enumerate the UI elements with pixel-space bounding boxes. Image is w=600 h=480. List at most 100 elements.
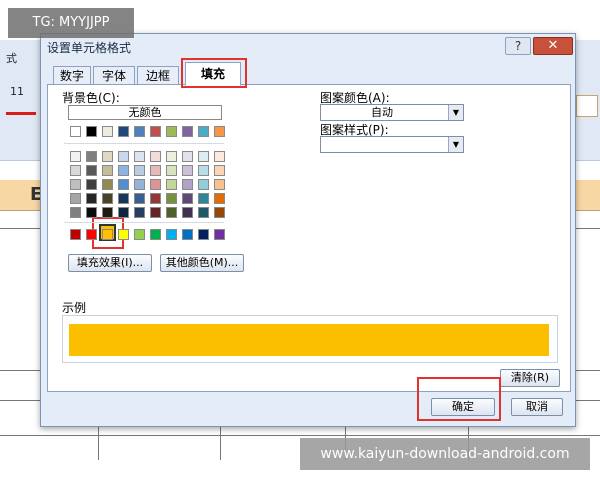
color-swatch[interactable] [214, 165, 225, 176]
background-color-label: 背景色(C): [62, 91, 120, 105]
color-swatch[interactable] [150, 165, 161, 176]
color-swatch[interactable] [150, 126, 161, 137]
color-swatch[interactable] [134, 126, 145, 137]
font-size-box[interactable]: 11 [10, 85, 24, 98]
color-swatch[interactable] [134, 179, 145, 190]
ok-button[interactable]: 确定 [431, 398, 495, 416]
color-swatch[interactable] [118, 126, 129, 137]
color-swatch[interactable] [150, 179, 161, 190]
color-swatch[interactable] [102, 207, 113, 218]
format-cells-dialog: 设置单元格格式 ? ✕ 数字 字体 边框 背景色(C): 无颜色 填充效果(I)… [40, 33, 576, 427]
color-swatch[interactable] [150, 207, 161, 218]
sample-fill [69, 324, 549, 356]
color-swatch[interactable] [118, 229, 129, 240]
fill-tab-panel: 背景色(C): 无颜色 填充效果(I)... 其他颜色(M)... 图案颜色(A… [47, 84, 571, 392]
ribbon-text: 式 [6, 52, 17, 65]
color-swatch[interactable] [102, 193, 113, 204]
clear-button[interactable]: 清除(R) [500, 369, 560, 387]
color-swatch[interactable] [198, 229, 209, 240]
no-color-button[interactable]: 无颜色 [68, 105, 222, 120]
tab-number[interactable]: 数字 [53, 66, 91, 85]
color-swatch[interactable] [102, 126, 113, 137]
font-color-icon[interactable] [6, 112, 36, 115]
color-swatch[interactable] [182, 165, 193, 176]
color-swatch[interactable] [150, 151, 161, 162]
color-swatch[interactable] [86, 179, 97, 190]
color-swatch[interactable] [134, 229, 145, 240]
color-swatch[interactable] [134, 151, 145, 162]
color-swatch[interactable] [70, 179, 81, 190]
cancel-button[interactable]: 取消 [511, 398, 563, 416]
color-swatch[interactable] [214, 207, 225, 218]
color-swatch[interactable] [86, 126, 97, 137]
tab-border[interactable]: 边框 [137, 66, 179, 85]
color-swatch[interactable] [198, 151, 209, 162]
color-swatch[interactable] [150, 193, 161, 204]
color-swatch[interactable] [166, 179, 177, 190]
color-swatch[interactable] [70, 165, 81, 176]
color-swatch[interactable] [166, 193, 177, 204]
pattern-color-select[interactable]: 自动 ▼ [320, 104, 464, 121]
color-swatch[interactable] [70, 229, 81, 240]
color-swatch[interactable] [134, 165, 145, 176]
chevron-down-icon[interactable]: ▼ [448, 105, 463, 120]
color-swatch[interactable] [86, 207, 97, 218]
color-swatch[interactable] [86, 151, 97, 162]
help-icon: ? [514, 39, 522, 53]
color-swatch[interactable] [182, 193, 193, 204]
sample-label: 示例 [62, 301, 87, 315]
close-icon: ✕ [547, 38, 559, 53]
color-swatch[interactable] [198, 207, 209, 218]
color-swatch[interactable] [166, 126, 177, 137]
color-swatch[interactable] [102, 179, 113, 190]
color-swatch[interactable] [118, 193, 129, 204]
color-swatch[interactable] [214, 179, 225, 190]
color-swatch[interactable] [70, 207, 81, 218]
color-swatch[interactable] [86, 193, 97, 204]
help-button[interactable]: ? [505, 37, 531, 55]
color-swatch[interactable] [118, 207, 129, 218]
close-button[interactable]: ✕ [533, 37, 573, 55]
color-swatch[interactable] [182, 207, 193, 218]
color-swatch[interactable] [70, 193, 81, 204]
color-swatch[interactable] [134, 193, 145, 204]
color-swatch[interactable] [198, 193, 209, 204]
grid-line [0, 435, 600, 436]
tab-fill[interactable]: 填充 [185, 62, 241, 86]
color-swatch[interactable] [214, 151, 225, 162]
color-swatch[interactable] [134, 207, 145, 218]
color-swatch[interactable] [198, 126, 209, 137]
color-swatch[interactable] [182, 229, 193, 240]
pattern-style-select[interactable]: ▼ [320, 136, 464, 153]
tab-font[interactable]: 字体 [93, 66, 135, 85]
color-swatch[interactable] [86, 165, 97, 176]
fill-effects-button[interactable]: 填充效果(I)... [68, 254, 152, 272]
color-swatch[interactable] [214, 229, 225, 240]
color-swatch[interactable] [102, 165, 113, 176]
chevron-down-icon[interactable]: ▼ [448, 137, 463, 152]
color-swatch[interactable] [150, 229, 161, 240]
color-swatch[interactable] [182, 179, 193, 190]
color-swatch[interactable] [182, 126, 193, 137]
color-swatch[interactable] [118, 179, 129, 190]
color-swatch[interactable] [166, 207, 177, 218]
color-swatch[interactable] [214, 126, 225, 137]
color-swatch[interactable] [102, 229, 113, 240]
dialog-title: 设置单元格格式 [47, 41, 132, 55]
color-swatch[interactable] [198, 165, 209, 176]
palette-separator [64, 222, 224, 223]
color-swatch[interactable] [118, 165, 129, 176]
color-swatch[interactable] [182, 151, 193, 162]
color-swatch[interactable] [166, 229, 177, 240]
color-swatch[interactable] [86, 229, 97, 240]
color-swatch[interactable] [214, 193, 225, 204]
cell[interactable] [576, 95, 598, 117]
color-swatch[interactable] [70, 151, 81, 162]
color-swatch[interactable] [118, 151, 129, 162]
color-swatch[interactable] [166, 151, 177, 162]
color-swatch[interactable] [70, 126, 81, 137]
color-swatch[interactable] [166, 165, 177, 176]
color-swatch[interactable] [198, 179, 209, 190]
more-colors-button[interactable]: 其他颜色(M)... [160, 254, 244, 272]
color-swatch[interactable] [102, 151, 113, 162]
